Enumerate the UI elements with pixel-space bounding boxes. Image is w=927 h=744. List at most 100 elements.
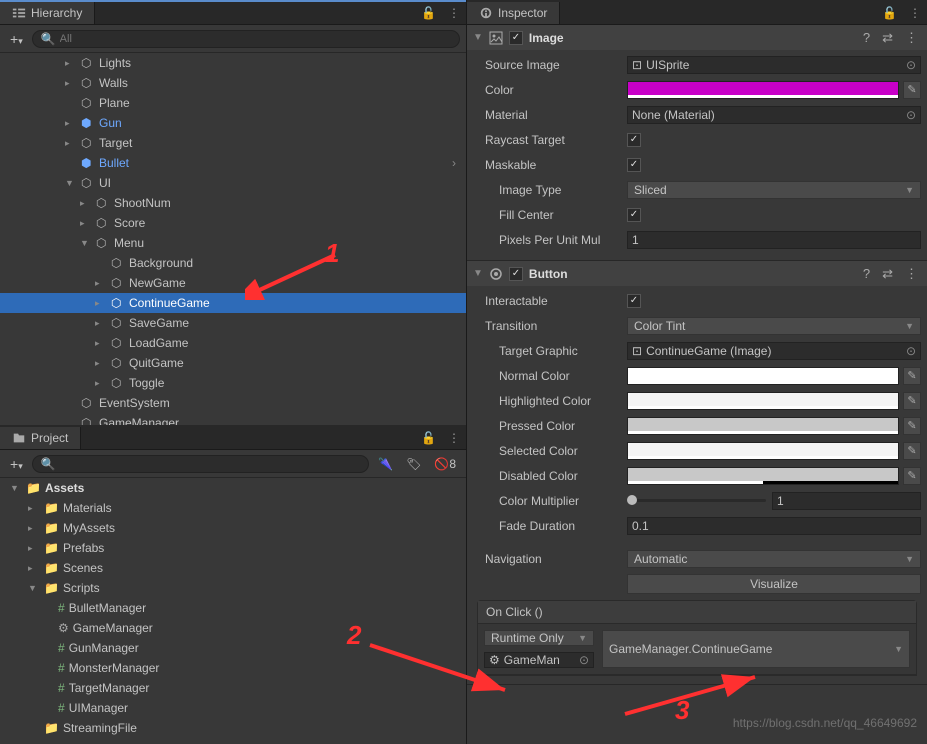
visibility-icon[interactable]: 🚫8 (430, 455, 460, 473)
background-item[interactable]: ⬡Background (0, 253, 466, 273)
myassets-folder[interactable]: ▸📁MyAssets (0, 518, 466, 538)
chevron-right-icon[interactable]: › (452, 156, 466, 170)
streamingfile-folder[interactable]: 📁StreamingFile (0, 718, 466, 738)
walls-item[interactable]: ▸⬡Walls (0, 73, 466, 93)
navigation-dropdown[interactable]: Automatic▼ (627, 550, 921, 568)
target-item[interactable]: ▸⬡Target (0, 133, 466, 153)
maskable-checkbox[interactable]: ✓ (627, 158, 641, 172)
materials-folder[interactable]: ▸📁Materials (0, 498, 466, 518)
monstermanager-script[interactable]: #MonsterManager (0, 658, 466, 678)
gunmanager-script[interactable]: #GunManager (0, 638, 466, 658)
fillcenter-checkbox[interactable]: ✓ (627, 208, 641, 222)
menu-icon[interactable]: ⋮ (903, 2, 927, 24)
inspector-tab[interactable]: Inspector (467, 2, 560, 24)
savegame-item[interactable]: ▸⬡SaveGame (0, 313, 466, 333)
color-field[interactable] (627, 81, 899, 99)
expand-icon: ▼ (473, 268, 483, 279)
filter-label-icon[interactable]: 🏷 (402, 455, 425, 473)
pressed-color-field[interactable] (627, 417, 899, 435)
lights-item[interactable]: ▸⬡Lights (0, 53, 466, 73)
image-component-header[interactable]: ▼ ✓ Image ? ⇄ ⋮ (467, 25, 927, 50)
script-icon: # (58, 601, 65, 615)
eyedropper-icon[interactable]: ✎ (903, 467, 921, 485)
highlighted-color-field[interactable] (627, 392, 899, 410)
object-picker-icon[interactable]: ⊙ (579, 653, 589, 667)
object-picker-icon[interactable]: ⊙ (906, 344, 916, 358)
source-image-field[interactable]: ⊡UISprite⊙ (627, 56, 921, 74)
scenes-folder[interactable]: ▸📁Scenes (0, 558, 466, 578)
preset-icon[interactable]: ⇄ (879, 266, 896, 282)
target-graphic-field[interactable]: ⊡ContinueGame (Image)⊙ (627, 342, 921, 360)
gamemanager-asset[interactable]: ⚙GameManager (0, 618, 466, 638)
plane-item[interactable]: ⬡Plane (0, 93, 466, 113)
help-icon[interactable]: ? (860, 30, 873, 45)
scripts-folder[interactable]: ▼📁Scripts (0, 578, 466, 598)
fade-duration-field[interactable]: 0.1 (627, 517, 921, 535)
project-tab[interactable]: Project (0, 427, 81, 449)
button-component-header[interactable]: ▼ ✓ Button ? ⇄ ⋮ (467, 261, 927, 286)
object-picker-icon[interactable]: ⊙ (906, 108, 916, 122)
gameobject-icon: ⬡ (111, 356, 125, 370)
lock-icon[interactable]: 🔓 (876, 2, 903, 24)
onclick-header: On Click () (478, 601, 916, 624)
shootnum-item[interactable]: ▸⬡ShootNum (0, 193, 466, 213)
quitgame-item[interactable]: ▸⬡QuitGame (0, 353, 466, 373)
hierarchy-icon (12, 6, 26, 20)
preset-icon[interactable]: ⇄ (879, 30, 896, 46)
runtime-dropdown[interactable]: Runtime Only▼ (484, 630, 594, 646)
gun-item[interactable]: ▸⬢Gun (0, 113, 466, 133)
interactable-checkbox[interactable]: ✓ (627, 294, 641, 308)
bullet-item[interactable]: ⬢Bullet› (0, 153, 466, 173)
bulletmanager-script[interactable]: #BulletManager (0, 598, 466, 618)
folder-icon: 📁 (44, 501, 59, 515)
image-type-dropdown[interactable]: Sliced▼ (627, 181, 921, 199)
hierarchy-title: Hierarchy (31, 6, 82, 20)
color-multiplier-slider[interactable]: 1 (627, 492, 921, 510)
material-field[interactable]: None (Material)⊙ (627, 106, 921, 124)
lock-icon[interactable]: 🔓 (415, 2, 442, 24)
lock-icon[interactable]: 🔓 (415, 427, 442, 449)
menu-icon[interactable]: ⋮ (902, 30, 921, 46)
button-enabled-checkbox[interactable]: ✓ (509, 267, 523, 281)
eyedropper-icon[interactable]: ✎ (903, 442, 921, 460)
newgame-item[interactable]: ▸⬡NewGame (0, 273, 466, 293)
help-icon[interactable]: ? (860, 266, 873, 281)
transition-dropdown[interactable]: Color Tint▼ (627, 317, 921, 335)
continuegame-item[interactable]: ▸⬡ContinueGame (0, 293, 466, 313)
menu-icon[interactable]: ⋮ (902, 266, 921, 282)
uimanager-script[interactable]: #UIManager (0, 698, 466, 718)
loadgame-item[interactable]: ▸⬡LoadGame (0, 333, 466, 353)
filter-type-icon[interactable]: 🌂 (374, 455, 397, 473)
disabled-color-field[interactable] (627, 467, 899, 485)
eyedropper-icon[interactable]: ✎ (903, 417, 921, 435)
raycast-checkbox[interactable]: ✓ (627, 133, 641, 147)
menu-icon[interactable]: ⋮ (442, 2, 466, 24)
menu-item[interactable]: ▼⬡Menu (0, 233, 466, 253)
onclick-method-dropdown[interactable]: GameManager.ContinueGame▼ (602, 630, 910, 668)
project-search-input[interactable]: 🔍 (32, 455, 369, 473)
toggle-item[interactable]: ▸⬡Toggle (0, 373, 466, 393)
image-enabled-checkbox[interactable]: ✓ (509, 31, 523, 45)
onclick-target-field[interactable]: ⚙GameMan⊙ (484, 652, 594, 668)
ui-item[interactable]: ▼⬡UI (0, 173, 466, 193)
eyedropper-icon[interactable]: ✎ (903, 392, 921, 410)
score-item[interactable]: ▸⬡Score (0, 213, 466, 233)
gamemanager-item[interactable]: ⬡GameManager (0, 413, 466, 425)
eyedropper-icon[interactable]: ✎ (903, 367, 921, 385)
selected-color-field[interactable] (627, 442, 899, 460)
normal-color-field[interactable] (627, 367, 899, 385)
add-button[interactable]: +▾ (6, 454, 27, 474)
eventsystem-item[interactable]: ⬡EventSystem (0, 393, 466, 413)
prefabs-folder[interactable]: ▸📁Prefabs (0, 538, 466, 558)
assets-folder[interactable]: ▼📁Assets (0, 478, 466, 498)
targetmanager-script[interactable]: #TargetManager (0, 678, 466, 698)
hierarchy-tab[interactable]: Hierarchy (0, 2, 95, 24)
menu-icon[interactable]: ⋮ (442, 427, 466, 449)
object-picker-icon[interactable]: ⊙ (906, 58, 916, 72)
prefab-icon: ⬢ (81, 116, 95, 130)
add-button[interactable]: +▾ (6, 29, 27, 49)
hierarchy-search-input[interactable]: 🔍 (32, 30, 460, 48)
visualize-button[interactable]: Visualize (627, 574, 921, 594)
ppu-field[interactable]: 1 (627, 231, 921, 249)
eyedropper-icon[interactable]: ✎ (903, 81, 921, 99)
